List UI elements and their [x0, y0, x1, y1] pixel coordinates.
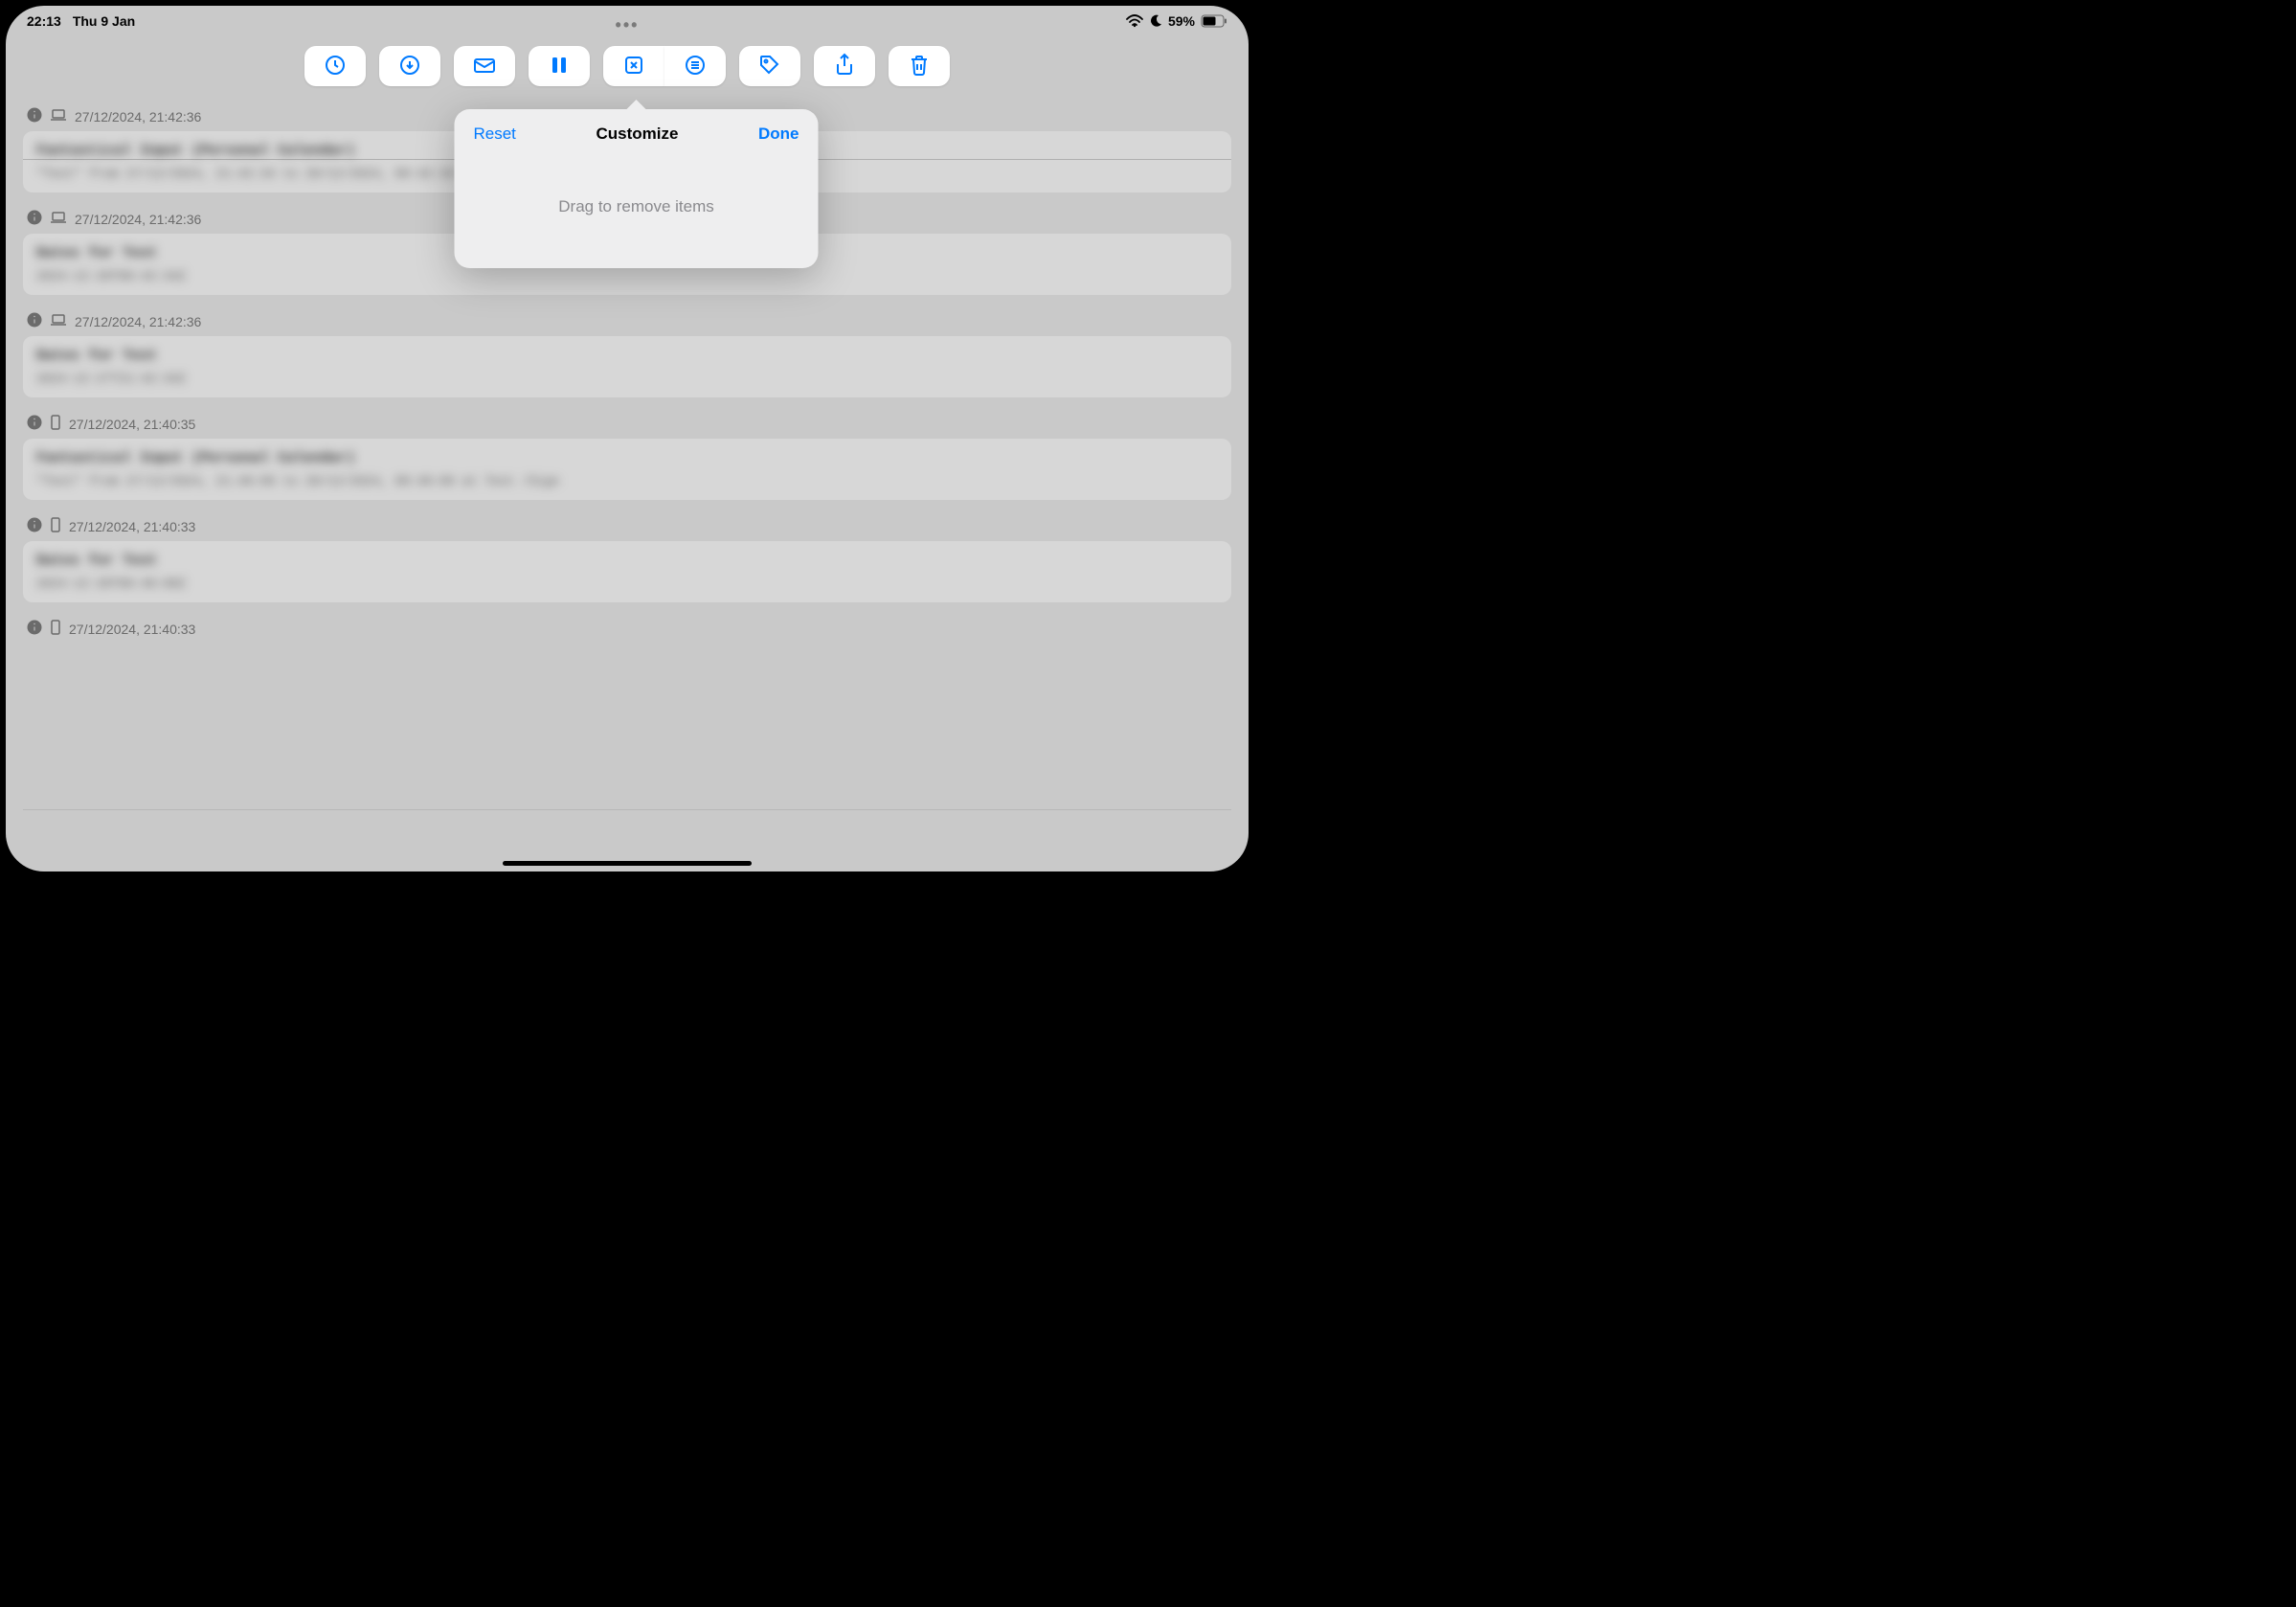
battery-percentage: 59%: [1168, 13, 1195, 29]
laptop-icon: [50, 108, 67, 124]
cancel-box-button[interactable]: [603, 46, 664, 86]
entry-card[interactable]: Dates for Test 2024-12-28T00:40:00Z: [23, 541, 1231, 602]
download-circle-icon: [398, 54, 421, 79]
clock-icon: [324, 54, 347, 79]
entry-timestamp: 27/12/2024, 21:42:36: [75, 212, 201, 227]
entry-meta: 27/12/2024, 21:40:35: [23, 403, 1231, 439]
toolbar: [6, 36, 1249, 96]
entry-title: Fantastical Input (Personal Calendar): [36, 450, 1218, 466]
entry-timestamp: 27/12/2024, 21:40:35: [69, 417, 195, 432]
status-bar: 22:13 Thu 9 Jan ••• 59%: [6, 6, 1249, 33]
entry-body: 2024-12-28T00:42:34Z: [36, 269, 1218, 283]
entry-meta: 27/12/2024, 21:40:33: [23, 506, 1231, 541]
list-circle-icon: [684, 54, 707, 79]
entry-title: Dates for Test: [36, 348, 1218, 364]
done-button[interactable]: Done: [758, 124, 799, 144]
entry-timestamp: 27/12/2024, 21:40:33: [69, 622, 195, 637]
info-icon: [27, 517, 42, 535]
entry-body: 2024-12-27T21:42:34Z: [36, 372, 1218, 386]
laptop-icon: [50, 211, 67, 227]
device-frame: 22:13 Thu 9 Jan ••• 59%: [6, 6, 1249, 871]
list-circle-button[interactable]: [664, 46, 726, 86]
status-time: 22:13: [27, 13, 61, 29]
share-icon: [834, 53, 855, 80]
reset-button[interactable]: Reset: [474, 124, 516, 144]
info-icon: [27, 210, 42, 228]
entry-timestamp: 27/12/2024, 21:42:36: [75, 314, 201, 329]
entry-meta: 27/12/2024, 21:42:36: [23, 301, 1231, 336]
phone-icon: [50, 620, 61, 638]
info-icon: [27, 620, 42, 638]
clock-button[interactable]: [304, 46, 366, 86]
battery-icon: [1201, 14, 1227, 28]
multitask-dots[interactable]: •••: [616, 15, 640, 35]
popover-title: Customize: [596, 124, 678, 144]
info-icon: [27, 312, 42, 330]
entry-card[interactable]: Dates for Test 2024-12-27T21:42:34Z: [23, 336, 1231, 397]
home-indicator[interactable]: [503, 861, 752, 866]
phone-icon: [50, 415, 61, 433]
customize-popover: Reset Customize Done Drag to remove item…: [455, 109, 819, 268]
pause-icon: [551, 56, 568, 78]
entry-meta: 27/12/2024, 21:40:33: [23, 608, 1231, 644]
envelope-icon: [472, 54, 497, 79]
pause-button[interactable]: [529, 46, 590, 86]
info-icon: [27, 415, 42, 433]
entry-card[interactable]: Fantastical Input (Personal Calendar) "T…: [23, 439, 1231, 500]
trash-icon: [909, 54, 930, 79]
tag-icon: [758, 54, 781, 79]
laptop-icon: [50, 313, 67, 329]
info-icon: [27, 107, 42, 125]
trash-button[interactable]: [889, 46, 950, 86]
entry-body: 2024-12-28T00:40:00Z: [36, 577, 1218, 591]
phone-icon: [50, 517, 61, 535]
share-button[interactable]: [814, 46, 875, 86]
do-not-disturb-icon: [1149, 14, 1162, 28]
entry-title: Dates for Test: [36, 553, 1218, 569]
entry-timestamp: 27/12/2024, 21:42:36: [75, 109, 201, 124]
mail-button[interactable]: [454, 46, 515, 86]
x-square-icon: [622, 54, 645, 79]
bottom-divider: [23, 809, 1231, 810]
popover-hint: Drag to remove items: [455, 159, 819, 268]
wifi-icon: [1126, 14, 1143, 28]
toolbar-group-actions: [603, 46, 726, 86]
entry-timestamp: 27/12/2024, 21:40:33: [69, 519, 195, 534]
status-date: Thu 9 Jan: [73, 13, 135, 29]
tag-button[interactable]: [739, 46, 800, 86]
download-button[interactable]: [379, 46, 440, 86]
entry-body: "Test" from 27/12/2024, 21:40:00 to 28/1…: [36, 474, 1218, 488]
